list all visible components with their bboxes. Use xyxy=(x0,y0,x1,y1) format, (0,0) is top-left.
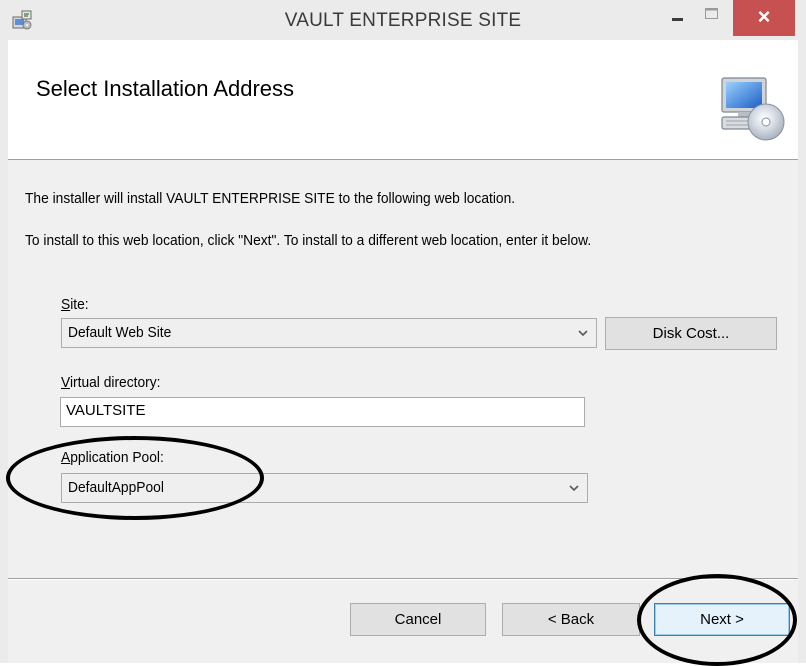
chevron-down-icon xyxy=(569,485,579,492)
minimize-button[interactable] xyxy=(661,0,695,36)
chevron-down-icon xyxy=(578,330,588,337)
disk-cost-button[interactable]: Disk Cost... xyxy=(605,317,777,350)
window-frame-right xyxy=(798,40,806,663)
virtual-directory-label-accelerator: V xyxy=(61,374,70,391)
installer-window: VAULT ENTERPRISE SITE × Select Installat… xyxy=(0,0,806,663)
next-button[interactable]: Next > xyxy=(654,603,790,636)
maximize-button[interactable] xyxy=(695,0,729,36)
title-bar: VAULT ENTERPRISE SITE × xyxy=(0,0,806,40)
application-pool-dropdown-value: DefaultAppPool xyxy=(68,479,164,496)
site-dropdown-value: Default Web Site xyxy=(68,324,172,341)
virtual-directory-input[interactable] xyxy=(66,402,537,419)
page-title: Select Installation Address xyxy=(36,76,295,101)
intro-text-1: The installer will install VAULT ENTERPR… xyxy=(25,190,516,207)
application-pool-label: Application Pool: xyxy=(61,449,164,466)
header-banner: Select Installation Address xyxy=(8,40,798,160)
site-dropdown[interactable]: Default Web Site xyxy=(61,318,597,348)
close-icon: × xyxy=(757,4,771,29)
footer-divider-highlight xyxy=(8,579,798,580)
site-label-accelerator: S xyxy=(61,296,71,313)
application-pool-label-accelerator: A xyxy=(61,449,71,466)
back-button[interactable]: < Back xyxy=(502,603,640,636)
intro-text-2: To install to this web location, click "… xyxy=(25,232,592,249)
virtual-directory-label-text: irtual directory: xyxy=(69,374,161,391)
computer-cd-icon xyxy=(721,77,785,141)
cancel-button[interactable]: Cancel xyxy=(350,603,486,636)
close-button[interactable]: × xyxy=(733,0,795,36)
maximize-icon xyxy=(705,8,718,19)
virtual-directory-label: Virtual directory: xyxy=(61,374,160,391)
site-label-text: ite: xyxy=(70,296,89,313)
virtual-directory-field[interactable] xyxy=(60,397,585,427)
site-label: Site: xyxy=(61,296,89,313)
content-panel: The installer will install VAULT ENTERPR… xyxy=(8,160,798,578)
window-frame-left xyxy=(0,40,8,663)
minimize-icon xyxy=(672,18,683,21)
application-pool-dropdown[interactable]: DefaultAppPool xyxy=(61,473,588,503)
button-bar: Cancel < Back Next > xyxy=(8,578,798,663)
application-pool-label-text: pplication Pool: xyxy=(70,449,164,466)
